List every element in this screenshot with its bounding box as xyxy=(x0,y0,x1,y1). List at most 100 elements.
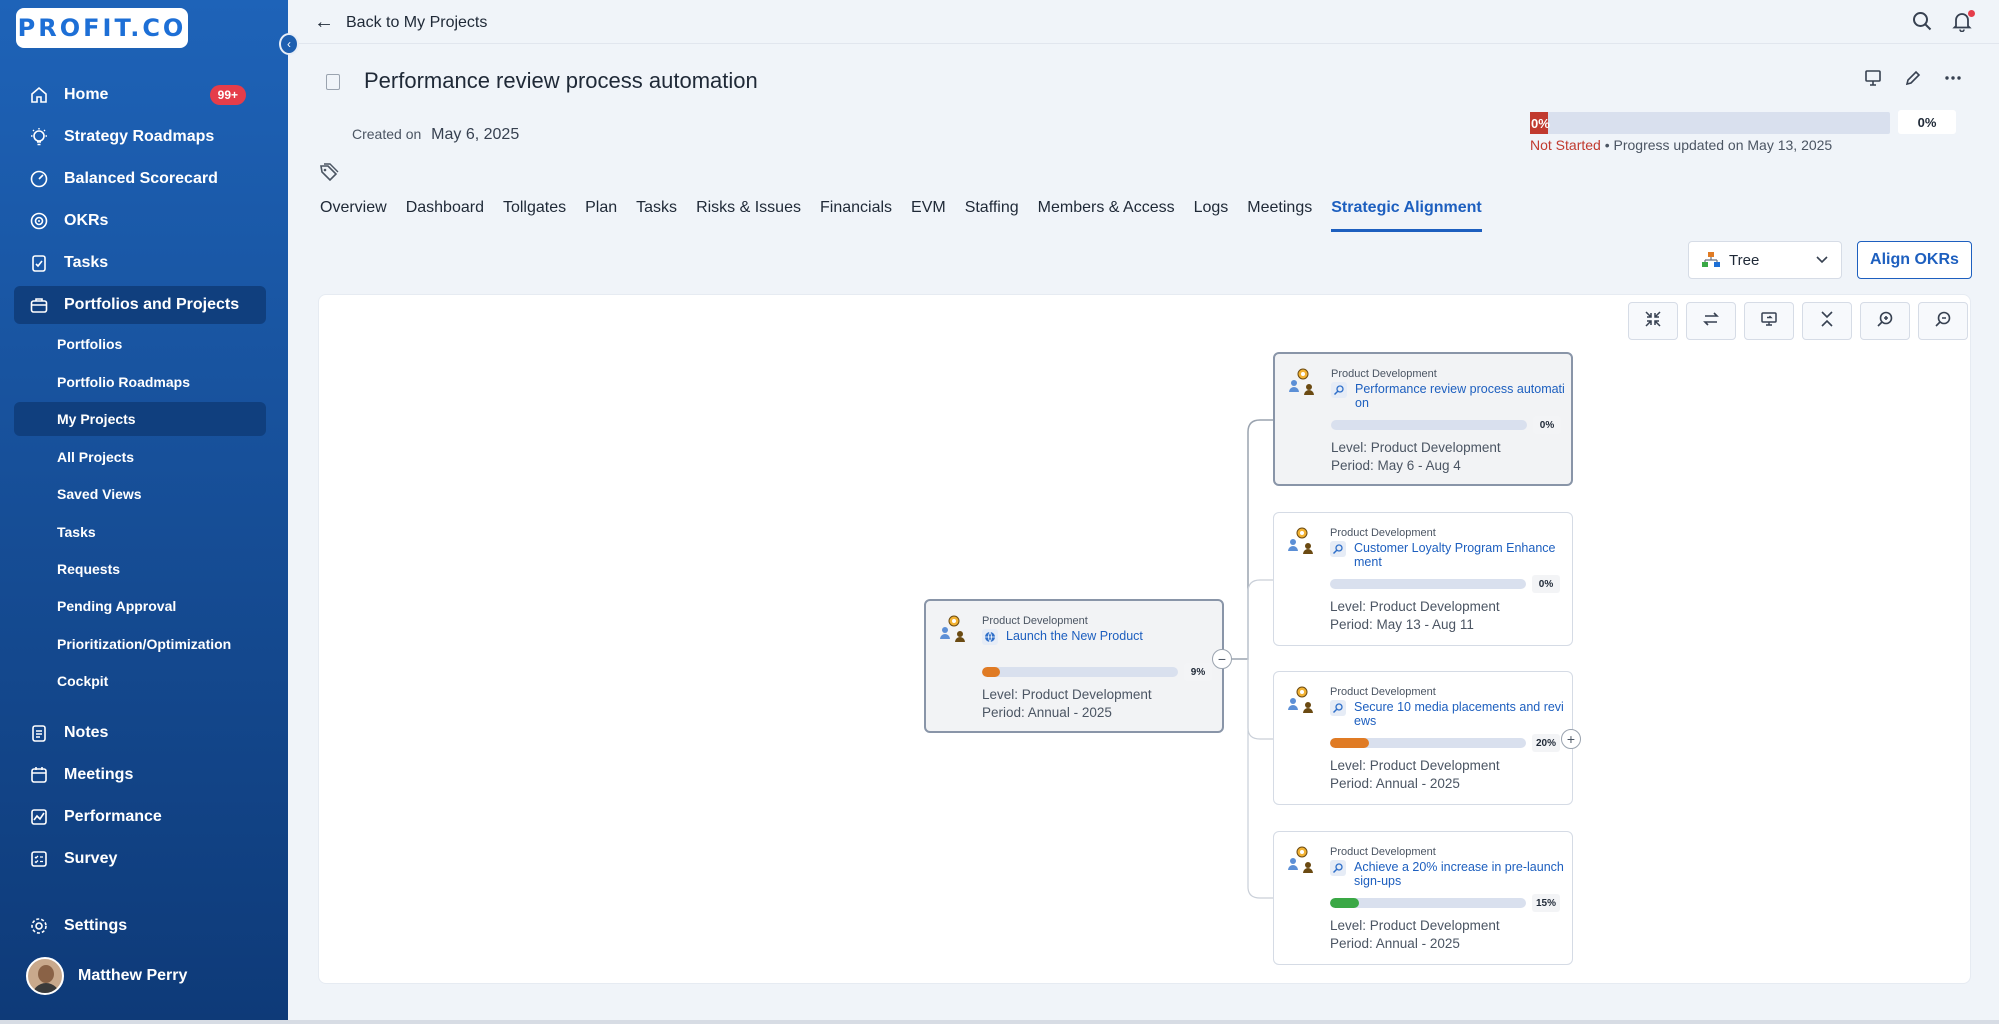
sidebar-collapse-button[interactable]: ‹ xyxy=(279,33,299,55)
bell-icon[interactable] xyxy=(1951,10,1975,37)
topbar-actions xyxy=(1911,10,1975,37)
sidebar-item-performance[interactable]: Performance xyxy=(14,798,266,836)
sidebar-item-label: Notes xyxy=(64,724,109,741)
sidebar-item-portfolios-and-projects[interactable]: Portfolios and Projects xyxy=(14,286,266,324)
sidebar-item-meetings[interactable]: Meetings xyxy=(14,756,266,794)
node-period: Period: May 13 - Aug 11 xyxy=(1330,617,1474,632)
tab-risks-issues[interactable]: Risks & Issues xyxy=(696,199,801,232)
tab-logs[interactable]: Logs xyxy=(1194,199,1229,232)
node-progress-bar xyxy=(1330,738,1526,748)
node-progress-percent: 9% xyxy=(1184,663,1212,681)
node-progress-percent: 15% xyxy=(1532,894,1560,912)
presentation-icon[interactable] xyxy=(1863,68,1883,93)
profitco-logo[interactable]: PROFIT.CO xyxy=(16,8,188,48)
project-progress-bar: 0% xyxy=(1530,112,1890,134)
node-title[interactable]: Performance review process automation xyxy=(1355,382,1565,410)
sidebar: PROFIT.CO Home 99+ Strategy Roadmaps Bal… xyxy=(0,0,288,1024)
sidebar-subitem-pending-approval[interactable]: Pending Approval xyxy=(14,589,266,623)
tree-node-root[interactable]: Product Development Launch the New Produ… xyxy=(924,599,1224,733)
sidebar-subitem-requests[interactable]: Requests xyxy=(14,552,266,586)
zoom-in-button[interactable] xyxy=(1860,302,1910,340)
globe-icon xyxy=(982,629,998,645)
sidebar-subitem-portfolio-roadmaps[interactable]: Portfolio Roadmaps xyxy=(14,365,266,399)
node-period: Period: May 6 - Aug 4 xyxy=(1331,458,1461,473)
node-progress-fill xyxy=(982,667,1000,677)
sidebar-item-survey[interactable]: Survey xyxy=(14,840,266,878)
tab-meetings[interactable]: Meetings xyxy=(1247,199,1312,232)
expand-node-button[interactable]: + xyxy=(1561,729,1581,749)
tab-staffing[interactable]: Staffing xyxy=(965,199,1019,232)
tree-node-child[interactable]: Product Development Customer Loyalty Pro… xyxy=(1273,512,1573,646)
node-title[interactable]: Launch the New Product xyxy=(1006,629,1216,643)
node-progress-bar xyxy=(1330,898,1526,908)
sidebar-subitem-cockpit[interactable]: Cockpit xyxy=(14,664,266,698)
node-title[interactable]: Secure 10 media placements and reviews xyxy=(1354,700,1564,728)
fit-screen-button[interactable] xyxy=(1744,302,1794,340)
sidebar-item-okrs[interactable]: OKRs xyxy=(14,202,266,240)
tag-icon[interactable] xyxy=(318,162,340,189)
back-link[interactable]: ← Back to My Projects xyxy=(314,11,487,34)
swap-icon xyxy=(1702,310,1720,333)
zoom-out-button[interactable] xyxy=(1918,302,1968,340)
logo-text: PROFIT.CO xyxy=(17,14,187,42)
tab-plan[interactable]: Plan xyxy=(585,199,617,232)
sidebar-subitem-saved-views[interactable]: Saved Views xyxy=(14,477,266,511)
tab-financials[interactable]: Financials xyxy=(820,199,892,232)
tree-node-child[interactable]: Product Development Secure 10 media plac… xyxy=(1273,671,1573,805)
collapse-node-button[interactable]: − xyxy=(1212,649,1232,669)
tab-tasks[interactable]: Tasks xyxy=(636,199,677,232)
user-profile[interactable]: Matthew Perry xyxy=(26,957,187,995)
sidebar-subitem-tasks[interactable]: Tasks xyxy=(14,515,266,549)
sidebar-subitem-my-projects[interactable]: My Projects xyxy=(14,402,266,436)
edit-icon[interactable] xyxy=(1903,68,1923,93)
node-period: Period: Annual - 2025 xyxy=(982,705,1112,720)
subitem-label: All Projects xyxy=(57,449,135,465)
tab-strategic-alignment[interactable]: Strategic Alignment xyxy=(1331,199,1482,232)
tab-members-access[interactable]: Members & Access xyxy=(1038,199,1175,232)
more-icon[interactable] xyxy=(1943,68,1963,93)
tab-evm[interactable]: EVM xyxy=(911,199,946,232)
collapse-all-button[interactable] xyxy=(1802,302,1852,340)
key-result-icon xyxy=(1330,541,1346,557)
progress-updated: • Progress updated on May 13, 2025 xyxy=(1604,137,1833,153)
sidebar-item-tasks[interactable]: Tasks xyxy=(14,244,266,282)
sidebar-item-label: Tasks xyxy=(64,254,109,271)
node-title[interactable]: Achieve a 20% increase in pre-launch sig… xyxy=(1354,860,1564,888)
progress-status: Not Started • Progress updated on May 13… xyxy=(1530,137,1832,153)
team-icon xyxy=(1286,844,1316,874)
tab-dashboard[interactable]: Dashboard xyxy=(406,199,484,232)
sidebar-item-notes[interactable]: Notes xyxy=(14,714,266,752)
tree-node-child[interactable]: Product Development Achieve a 20% increa… xyxy=(1273,831,1573,965)
chevron-down-icon xyxy=(1815,252,1829,269)
align-okrs-button[interactable]: Align OKRs xyxy=(1857,241,1972,279)
node-progress-bar xyxy=(1331,420,1527,430)
search-icon[interactable] xyxy=(1911,10,1933,37)
sidebar-item-label: Meetings xyxy=(64,766,134,783)
tab-tollgates[interactable]: Tollgates xyxy=(503,199,566,232)
sidebar-item-balanced-scorecard[interactable]: Balanced Scorecard xyxy=(14,160,266,198)
node-title[interactable]: Customer Loyalty Program Enhancement xyxy=(1354,541,1564,569)
collapse-icon xyxy=(1818,310,1836,333)
sidebar-subitem-prioritization[interactable]: Prioritization/Optimization xyxy=(14,627,266,661)
subitem-label: Prioritization/Optimization xyxy=(57,636,232,652)
compress-button[interactable] xyxy=(1628,302,1678,340)
progress-percent: 0% xyxy=(1898,110,1956,134)
subitem-label: Tasks xyxy=(57,524,96,540)
tab-overview[interactable]: Overview xyxy=(320,199,387,232)
sidebar-item-settings[interactable]: Settings xyxy=(14,907,266,945)
node-category: Product Development xyxy=(1330,846,1436,858)
sidebar-item-home[interactable]: Home 99+ xyxy=(14,76,266,114)
topbar: ← Back to My Projects xyxy=(288,0,1999,44)
notification-badge: 99+ xyxy=(209,85,246,105)
subitem-label: Pending Approval xyxy=(57,598,177,614)
sidebar-subitem-portfolios[interactable]: Portfolios xyxy=(14,327,266,361)
node-level: Level: Product Development xyxy=(1330,758,1500,773)
view-type-select[interactable]: Tree xyxy=(1688,241,1842,279)
sidebar-item-strategy-roadmaps[interactable]: Strategy Roadmaps xyxy=(14,118,266,156)
sidebar-subitem-all-projects[interactable]: All Projects xyxy=(14,440,266,474)
user-name: Matthew Perry xyxy=(78,967,188,984)
sidebar-item-label: Survey xyxy=(64,850,118,867)
swap-direction-button[interactable] xyxy=(1686,302,1736,340)
tree-node-child[interactable]: Product Development Performance review p… xyxy=(1273,352,1573,486)
minus-icon: − xyxy=(1217,651,1227,667)
